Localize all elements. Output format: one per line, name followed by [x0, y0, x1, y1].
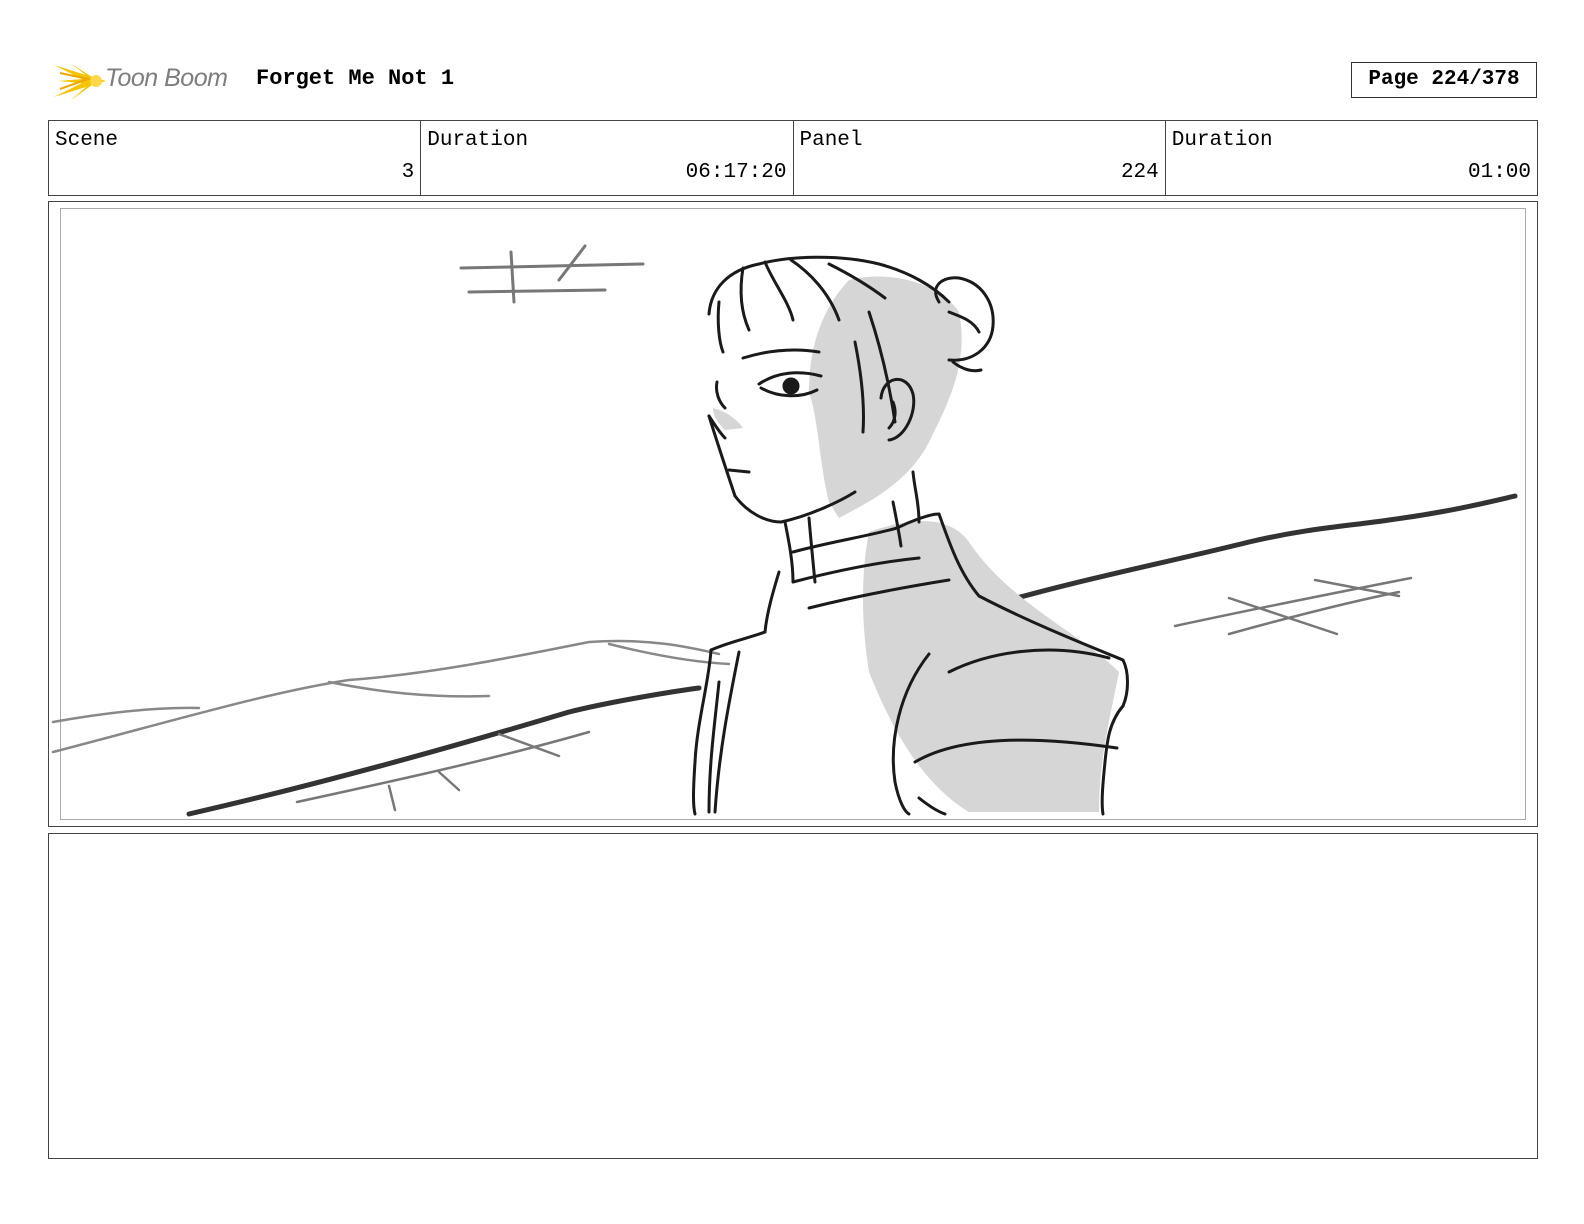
panel-label: Panel: [799, 129, 863, 152]
page-indicator: Page 224/378: [1351, 62, 1537, 98]
logo-text: Toon Boom: [105, 64, 228, 92]
panel-info-row: Scene 3 Duration 06:17:20 Panel 224 Dura…: [48, 120, 1538, 196]
scene-duration-label: Duration: [427, 129, 529, 152]
panel-notes-box: [48, 833, 1538, 1159]
scene-value: 3: [401, 161, 415, 184]
star-burst-icon: [54, 63, 106, 101]
scene-cell: Scene 3: [49, 121, 422, 195]
panel-value: 224: [1120, 161, 1159, 184]
storyboard-sketch-image: [51, 244, 1518, 817]
panel-duration-cell: Duration 01:00: [1166, 121, 1537, 195]
panel-duration-label: Duration: [1171, 129, 1273, 152]
panel-frame: [48, 201, 1538, 827]
scene-duration-value: 06:17:20: [685, 161, 787, 184]
project-title: Forget Me Not 1: [256, 66, 455, 91]
toon-boom-logo: Toon Boom: [52, 55, 242, 107]
scene-label: Scene: [55, 129, 119, 152]
panel-cell: Panel 224: [794, 121, 1166, 195]
panel-duration-value: 01:00: [1467, 161, 1531, 184]
scene-duration-cell: Duration 06:17:20: [421, 121, 794, 195]
